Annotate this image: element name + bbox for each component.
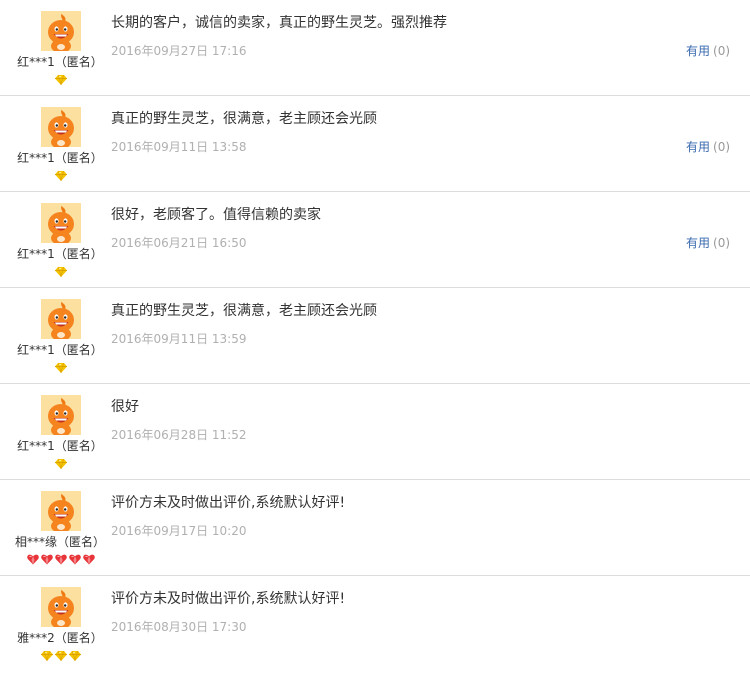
reviewer-level-badges [0,74,122,86]
avatar [41,299,81,339]
reviewer-level-badges [0,458,122,470]
yellow-diamond-icon [69,650,81,662]
review-date: 2016年09月27日 17:16 [111,44,247,58]
review-comment: 长期的客户，诚信的卖家，真正的野生灵芝。强烈推荐 [111,15,447,31]
review-list: 红***1（匿名） 长期的客户，诚信的卖家，真正的野生灵芝。强烈推荐 2016年… [0,0,750,672]
mascot-avatar-icon [41,587,81,627]
red-heart-icon [41,554,53,566]
useful-count: (0) [713,140,731,154]
reviewer-level-badges [0,170,122,182]
review-item: 红***1（匿名） 很好，老顾客了。值得信赖的卖家 2016年06月21日 16… [0,192,750,288]
yellow-diamond-icon [55,170,67,182]
review-comment: 很好 [111,399,139,415]
review-item: 红***1（匿名） 真正的野生灵芝，很满意，老主顾还会光顾 2016年09月11… [0,288,750,384]
useful-button[interactable]: 有用 (0) [686,42,730,59]
review-comment: 真正的野生灵芝，很满意，老主顾还会光顾 [111,111,377,127]
red-heart-icon [55,554,67,566]
review-comment: 评价方未及时做出评价,系统默认好评! [111,495,346,511]
useful-label[interactable]: 有用 [686,140,710,154]
reviewer-level-badges [0,554,122,566]
reviewer-level-badges [0,650,122,662]
useful-button[interactable]: 有用 (0) [686,234,730,251]
reviewer-level-badges [0,266,122,278]
review-item: 红***1（匿名） 很好 2016年06月28日 11:52 [0,384,750,480]
avatar [41,587,81,627]
review-comment: 评价方未及时做出评价,系统默认好评! [111,591,346,607]
reviewer-name: 红***1（匿名） [17,151,103,165]
review-item: 红***1（匿名） 长期的客户，诚信的卖家，真正的野生灵芝。强烈推荐 2016年… [0,0,750,96]
reviewer-name: 红***1（匿名） [17,343,103,357]
mascot-avatar-icon [41,299,81,339]
yellow-diamond-icon [55,362,67,374]
useful-label[interactable]: 有用 [686,236,710,250]
review-date: 2016年06月21日 16:50 [111,236,247,250]
reviewer-name: 雅***2（匿名） [17,631,103,645]
yellow-diamond-icon [55,650,67,662]
reviewer-name: 红***1（匿名） [17,247,103,261]
useful-count: (0) [713,236,731,250]
review-date: 2016年09月17日 10:20 [111,524,247,538]
reviewer-level-badges [0,362,122,374]
mascot-avatar-icon [41,107,81,147]
red-heart-icon [83,554,95,566]
review-date: 2016年06月28日 11:52 [111,428,247,442]
reviewer-name: 红***1（匿名） [17,439,103,453]
mascot-avatar-icon [41,203,81,243]
review-date: 2016年08月30日 17:30 [111,620,247,634]
review-item: 雅***2（匿名） 评价方未及时做出评价,系统默认好评! 2016年08月30日… [0,576,750,672]
useful-label[interactable]: 有用 [686,44,710,58]
useful-button[interactable]: 有用 (0) [686,138,730,155]
yellow-diamond-icon [55,74,67,86]
avatar [41,203,81,243]
reviewer-name: 红***1（匿名） [17,55,103,69]
useful-count: (0) [713,44,731,58]
avatar [41,491,81,531]
yellow-diamond-icon [55,458,67,470]
red-heart-icon [69,554,81,566]
mascot-avatar-icon [41,395,81,435]
review-item: 红***1（匿名） 真正的野生灵芝，很满意，老主顾还会光顾 2016年09月11… [0,96,750,192]
reviewer-name: 相***缘（匿名） [14,535,105,549]
review-date: 2016年09月11日 13:59 [111,332,247,346]
review-comment: 真正的野生灵芝，很满意，老主顾还会光顾 [111,303,377,319]
mascot-avatar-icon [41,11,81,51]
review-item: 相***缘（匿名） 评价方未及时做出评价,系统默认好评! 2016年09月17日… [0,480,750,576]
avatar [41,11,81,51]
red-heart-icon [27,554,39,566]
review-date: 2016年09月11日 13:58 [111,140,247,154]
yellow-diamond-icon [55,266,67,278]
avatar [41,395,81,435]
mascot-avatar-icon [41,491,81,531]
review-comment: 很好，老顾客了。值得信赖的卖家 [111,207,321,223]
avatar [41,107,81,147]
yellow-diamond-icon [41,650,53,662]
